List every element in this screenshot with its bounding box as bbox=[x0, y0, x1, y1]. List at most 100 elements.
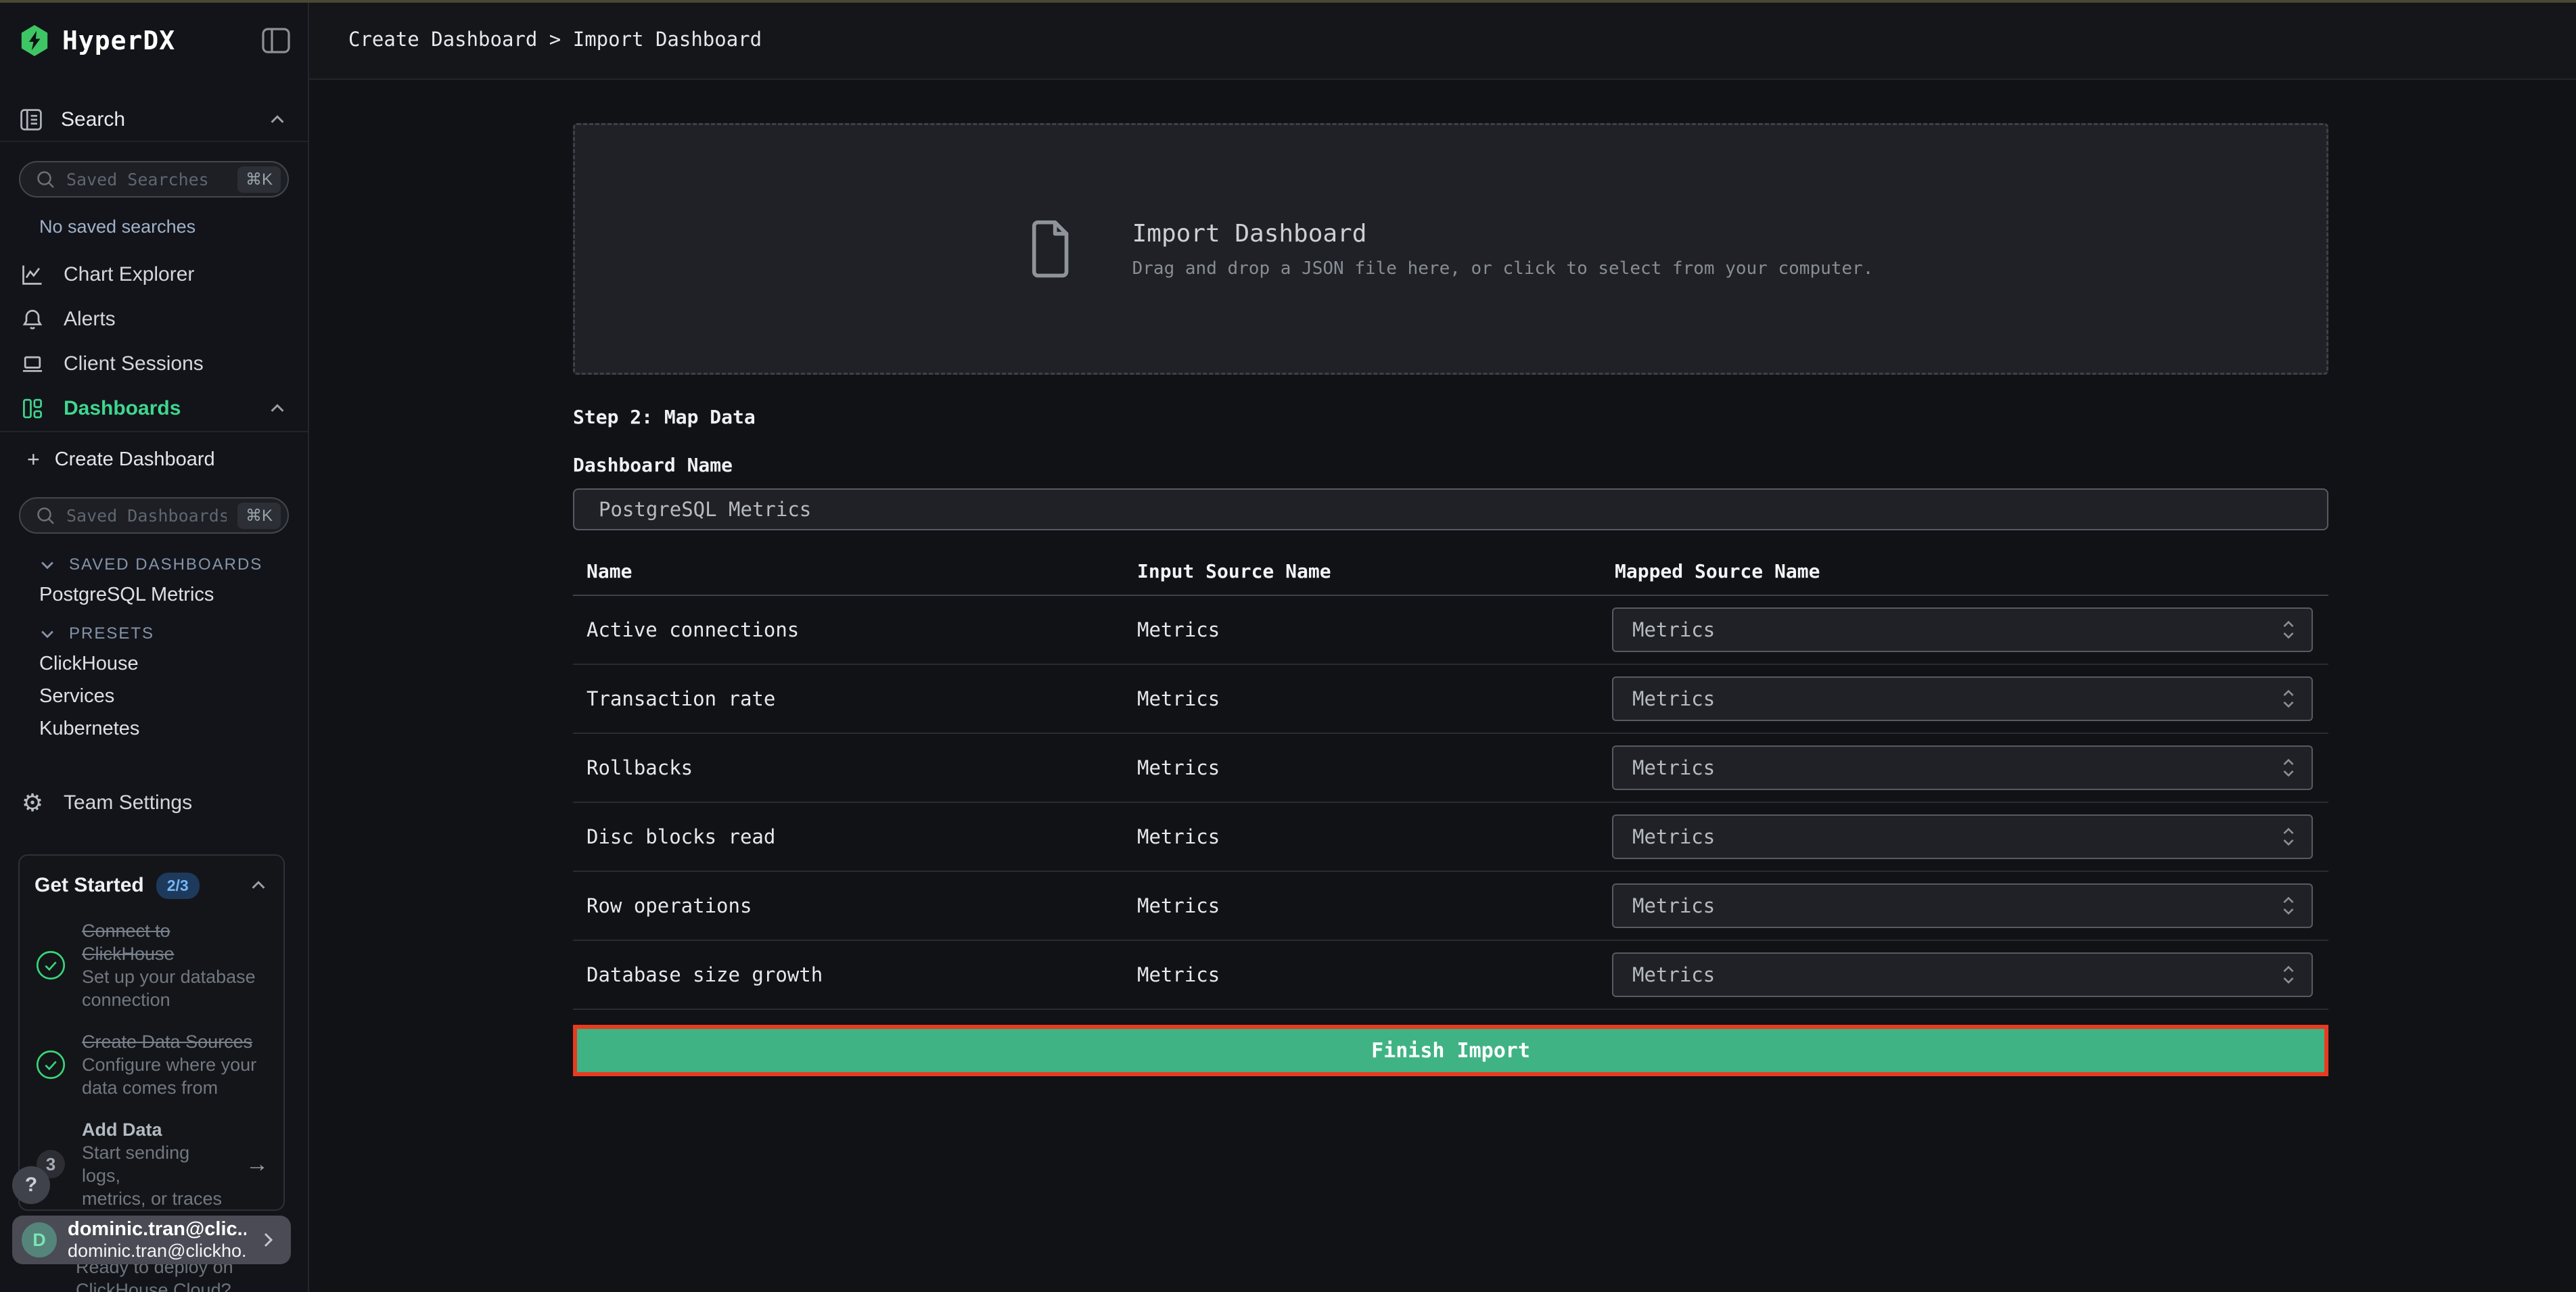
shortcut-badge: ⌘K bbox=[237, 503, 281, 529]
mapped-source-select[interactable]: Metrics bbox=[1612, 952, 2313, 997]
sidebar-item-dashboards[interactable]: Dashboards bbox=[0, 386, 308, 431]
chart-icon bbox=[19, 262, 46, 287]
select-chevrons-icon bbox=[2280, 756, 2297, 780]
sidebar-item-team-settings[interactable]: ⚙ Team Settings bbox=[0, 787, 308, 819]
annotation-highlight-box: Finish Import bbox=[573, 1025, 2328, 1076]
column-header-name: Name bbox=[573, 560, 1124, 582]
gear-icon: ⚙ bbox=[19, 791, 46, 815]
dropzone-title: Import Dashboard bbox=[1132, 220, 1874, 248]
dashboard-name-value: PostgreSQL Metrics bbox=[599, 498, 811, 521]
step-heading: Step 2: Map Data bbox=[573, 406, 2328, 428]
saved-searches-input[interactable]: Saved Searches ⌘K bbox=[19, 161, 289, 198]
sidebar-collapse-button[interactable] bbox=[262, 28, 290, 53]
table-row: Disc blocks read Metrics Metrics bbox=[573, 803, 2328, 872]
table-row: Transaction rate Metrics Metrics bbox=[573, 665, 2328, 734]
mapped-source-select[interactable]: Metrics bbox=[1612, 607, 2313, 652]
dashboard-name-label: Dashboard Name bbox=[573, 454, 2328, 476]
input-source: Metrics bbox=[1124, 618, 1601, 641]
user-name: dominic.tran@clic... bbox=[68, 1218, 246, 1240]
chevron-up-icon bbox=[248, 875, 269, 896]
search-section-label: Search bbox=[61, 108, 125, 131]
breadcrumb: Create Dashboard > Import Dashboard bbox=[348, 28, 762, 51]
input-source: Metrics bbox=[1124, 894, 1601, 917]
import-dropzone[interactable]: Import Dashboard Drag and drop a JSON fi… bbox=[573, 123, 2328, 375]
sidebar-item-services[interactable]: Services bbox=[0, 680, 308, 712]
sidebar-nav: Chart Explorer Alerts Client Sessions Da… bbox=[0, 252, 308, 432]
laptop-icon bbox=[19, 352, 46, 376]
chevron-down-icon bbox=[38, 555, 57, 574]
sidebar-section-search[interactable]: Search bbox=[0, 99, 308, 142]
chart-name: Disc blocks read bbox=[573, 825, 1124, 848]
sidebar-item-alerts[interactable]: Alerts bbox=[0, 297, 308, 342]
table-row: Rollbacks Metrics Metrics bbox=[573, 734, 2328, 803]
mapped-source-select[interactable]: Metrics bbox=[1612, 676, 2313, 721]
saved-searches-placeholder: Saved Searches bbox=[66, 170, 227, 189]
logo-row: HyperDX bbox=[0, 0, 308, 81]
check-circle-icon bbox=[34, 950, 67, 981]
chevron-up-icon bbox=[267, 398, 288, 419]
mapped-source-select[interactable]: Metrics bbox=[1612, 745, 2313, 790]
user-email: dominic.tran@clickho... bbox=[68, 1240, 246, 1262]
no-saved-searches-text: No saved searches bbox=[0, 216, 308, 237]
table-header-row: Name Input Source Name Mapped Source Nam… bbox=[573, 547, 2328, 596]
import-dashboard-content: Import Dashboard Drag and drop a JSON fi… bbox=[309, 80, 2576, 1076]
presets-section-header[interactable]: PRESETS bbox=[0, 620, 308, 647]
chevron-down-icon bbox=[38, 624, 57, 643]
get-started-panel: Get Started 2/3 Connect to ClickHouse Se… bbox=[18, 854, 285, 1211]
window-top-strip bbox=[0, 0, 2576, 3]
finish-import-button[interactable]: Finish Import bbox=[577, 1029, 2324, 1072]
dashboard-name-input[interactable]: PostgreSQL Metrics bbox=[573, 488, 2328, 530]
create-dashboard-button[interactable]: + Create Dashboard bbox=[0, 438, 308, 481]
sidebar-item-kubernetes[interactable]: Kubernetes bbox=[0, 712, 308, 745]
input-source: Metrics bbox=[1124, 825, 1601, 848]
chart-name: Database size growth bbox=[573, 963, 1124, 986]
help-button[interactable]: ? bbox=[12, 1166, 50, 1204]
mapped-source-select[interactable]: Metrics bbox=[1612, 883, 2313, 928]
saved-dashboards-input[interactable]: Saved Dashboards ⌘K bbox=[19, 497, 289, 534]
hyperdx-logo-icon bbox=[19, 24, 50, 57]
select-chevrons-icon bbox=[2280, 894, 2297, 918]
sidebar-item-client-sessions[interactable]: Client Sessions bbox=[0, 342, 308, 386]
mapping-table: Name Input Source Name Mapped Source Nam… bbox=[573, 547, 2328, 1010]
chevron-right-icon bbox=[257, 1229, 279, 1251]
plus-icon: + bbox=[27, 447, 40, 472]
select-chevrons-icon bbox=[2280, 825, 2297, 849]
avatar: D bbox=[22, 1222, 57, 1258]
input-source: Metrics bbox=[1124, 963, 1601, 986]
input-source: Metrics bbox=[1124, 687, 1601, 710]
chart-name: Active connections bbox=[573, 618, 1124, 641]
saved-dashboards-section-header[interactable]: SAVED DASHBOARDS bbox=[0, 551, 308, 578]
chevron-up-icon bbox=[267, 110, 288, 130]
topbar: Create Dashboard > Import Dashboard bbox=[309, 0, 2576, 80]
dropzone-subtitle: Drag and drop a JSON file here, or click… bbox=[1132, 258, 1874, 279]
get-started-step-add-data[interactable]: 3 Add Data Start sending logs, metrics, … bbox=[34, 1118, 269, 1210]
select-chevrons-icon bbox=[2280, 618, 2297, 642]
user-menu[interactable]: D dominic.tran@clic... dominic.tran@clic… bbox=[12, 1216, 291, 1264]
sidebar-item-clickhouse[interactable]: ClickHouse bbox=[0, 647, 308, 680]
get-started-step-connect[interactable]: Connect to ClickHouse Set up your databa… bbox=[34, 919, 269, 1011]
get-started-header[interactable]: Get Started 2/3 bbox=[34, 871, 269, 900]
search-icon bbox=[35, 505, 55, 526]
select-chevrons-icon bbox=[2280, 963, 2297, 987]
saved-dashboards-placeholder: Saved Dashboards bbox=[66, 506, 227, 526]
sidebar-item-postgresql-metrics[interactable]: PostgreSQL Metrics bbox=[0, 578, 308, 611]
get-started-step-sources[interactable]: Create Data Sources Configure where your… bbox=[34, 1030, 269, 1099]
shortcut-badge: ⌘K bbox=[237, 166, 281, 193]
main-area: Create Dashboard > Import Dashboard Impo… bbox=[309, 0, 2576, 1292]
table-row: Database size growth Metrics Metrics bbox=[573, 941, 2328, 1010]
get-started-title: Get Started bbox=[34, 874, 144, 897]
sidebar-item-chart-explorer[interactable]: Chart Explorer bbox=[0, 252, 308, 297]
select-chevrons-icon bbox=[2280, 687, 2297, 711]
search-icon bbox=[35, 169, 55, 189]
log-search-icon bbox=[19, 108, 43, 132]
dashboards-icon bbox=[19, 396, 46, 421]
chart-name: Row operations bbox=[573, 894, 1124, 917]
file-icon bbox=[1028, 218, 1074, 279]
table-row: Active connections Metrics Metrics bbox=[573, 596, 2328, 665]
arrow-right-icon: → bbox=[246, 1151, 269, 1178]
chart-name: Rollbacks bbox=[573, 756, 1124, 779]
check-circle-icon bbox=[34, 1049, 67, 1080]
bell-icon bbox=[19, 307, 46, 331]
chart-name: Transaction rate bbox=[573, 687, 1124, 710]
mapped-source-select[interactable]: Metrics bbox=[1612, 814, 2313, 859]
